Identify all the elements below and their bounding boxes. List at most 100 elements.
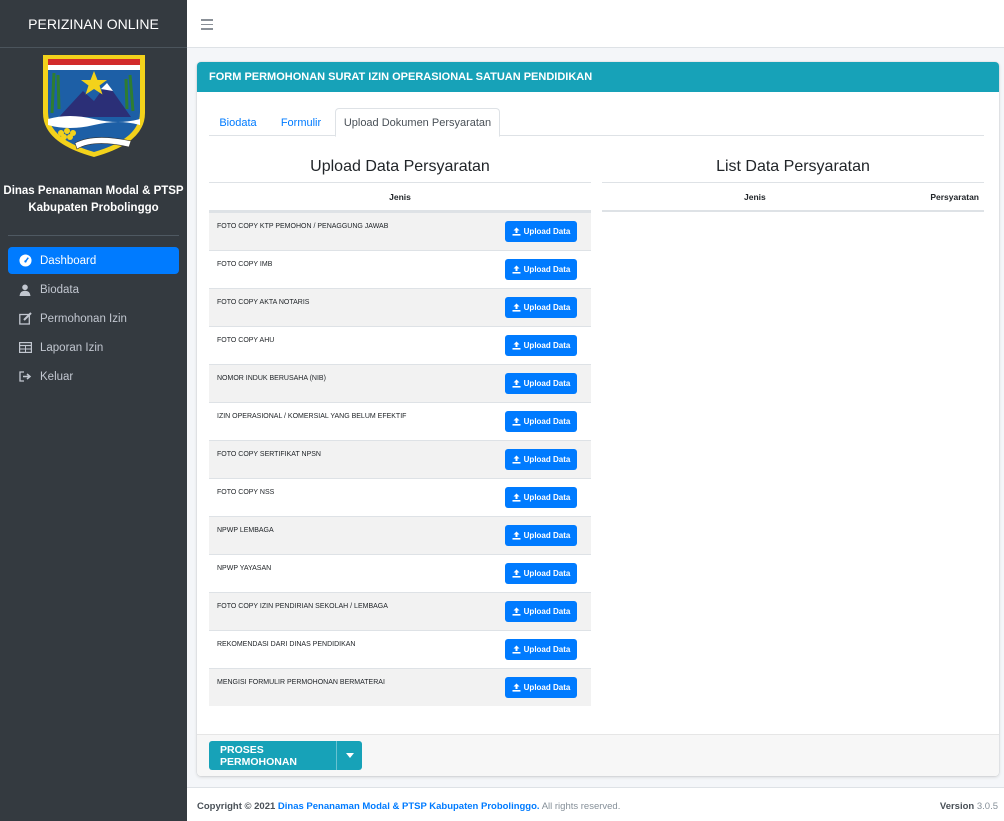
column-header-persyaratan: Persyaratan [930,191,979,202]
upload-icon [512,227,521,236]
agency-line-1: Dinas Penanaman Modal & PTSP [3,185,184,197]
sidebar-item-permohonan-izin[interactable]: Permohonan Izin [8,305,179,332]
upload-icon [512,341,521,350]
upload-data-label: Upload Data [523,569,571,578]
card-title: FORM PERMOHONAN SURAT IZIN OPERASIONAL S… [197,62,999,92]
upload-data-label: Upload Data [523,417,571,426]
sidebar-item-label: Keluar [40,370,74,383]
sidebar-item-dashboard[interactable]: Dashboard [8,247,179,274]
upload-data-label: Upload Data [523,645,571,654]
upload-icon [512,683,521,692]
document-type-label: FOTO COPY IMB [217,261,273,268]
tab-upload-dokumen[interactable]: Upload Dokumen Persyaratan [335,108,500,137]
sidebar-item-keluar[interactable]: Keluar [8,363,179,390]
upload-icon [512,379,521,388]
version-value: 3.0.5 [976,801,998,812]
upload-data-button[interactable]: Upload Data [505,411,577,432]
table-row: FOTO COPY NSS Upload Data [209,478,591,516]
form-tabs: Biodata Formulir Upload Dokumen Persyara… [209,108,984,137]
document-type-label: NOMOR INDUK BERUSAHA (NIB) [217,375,326,382]
probolinggo-emblem-icon [42,55,145,157]
upload-data-button[interactable]: Upload Data [505,639,577,660]
column-header-jenis: Jenis [744,191,766,202]
upload-data-label: Upload Data [523,227,571,236]
document-type-label: FOTO COPY AHU [217,337,275,344]
upload-table-header: Jenis [209,182,591,212]
upload-data-button[interactable]: Upload Data [505,525,577,546]
table-row: IZIN OPERASIONAL / KOMERSIAL YANG BELUM … [209,402,591,440]
version-label: Version [939,801,975,812]
upload-data-label: Upload Data [523,683,571,692]
upload-icon [512,645,521,654]
upload-icon [512,303,521,312]
table-icon [18,341,32,355]
form-card: FORM PERMOHONAN SURAT IZIN OPERASIONAL S… [197,62,999,776]
upload-data-button[interactable]: Upload Data [505,259,577,280]
list-table-header: Jenis Persyaratan [602,182,984,212]
sidebar: PERIZINAN ONLINE Dinas Penanaman Modal &… [0,0,187,821]
document-type-label: REKOMENDASI DARI DINAS PENDIDIKAN [217,641,356,648]
sign-out-icon [18,370,32,384]
table-row: FOTO COPY IZIN PENDIRIAN SEKOLAH / LEMBA… [209,592,591,630]
copyright-suffix: All rights reserved. [541,801,621,812]
upload-data-button[interactable]: Upload Data [505,335,577,356]
table-row: MENGISI FORMULIR PERMOHONAN BERMATERAI Up… [209,668,591,706]
caret-down-icon[interactable] [336,741,362,770]
edit-icon [18,312,32,326]
upload-icon [512,569,521,578]
proses-permohonan-button[interactable]: PROSES PERMOHONAN [209,741,362,770]
menu-toggle-icon[interactable] [201,19,213,30]
upload-data-label: Upload Data [523,455,571,464]
upload-data-button[interactable]: Upload Data [505,601,577,622]
sidebar-item-label: Biodata [40,283,80,296]
upload-table-body: FOTO COPY KTP PEMOHON / PENAGGUNG JAWAB U… [209,212,591,706]
sidebar-item-laporan-izin[interactable]: Laporan Izin [8,334,179,361]
upload-icon [512,607,521,616]
upload-data-label: Upload Data [523,303,571,312]
upload-icon [512,455,521,464]
table-row: NPWP LEMBAGA Upload Data [209,516,591,554]
agency-line-2: Kabupaten Probolinggo [28,202,159,214]
tab-formulir[interactable]: Formulir [271,108,331,137]
upload-data-button[interactable]: Upload Data [505,297,577,318]
copyright: Copyright © 2021 Dinas Penanaman Modal &… [197,801,620,812]
document-type-label: FOTO COPY IZIN PENDIRIAN SEKOLAH / LEMBA… [217,603,388,610]
document-type-label: FOTO COPY NSS [217,489,275,496]
document-type-label: MENGISI FORMULIR PERMOHONAN BERMATERAI [217,679,385,686]
document-type-label: FOTO COPY KTP PEMOHON / PENAGGUNG JAWAB [217,223,389,230]
table-row: FOTO COPY AKTA NOTARIS Upload Data [209,288,591,326]
sidebar-item-label: Dashboard [40,254,97,267]
tab-biodata[interactable]: Biodata [209,108,267,137]
upload-data-button[interactable]: Upload Data [505,373,577,394]
upload-section-title: Upload Data Persyaratan [310,158,490,175]
table-row: FOTO COPY AHU Upload Data [209,326,591,364]
table-row: NPWP YAYASAN Upload Data [209,554,591,592]
upload-data-button[interactable]: Upload Data [505,449,577,470]
upload-data-label: Upload Data [523,341,571,350]
sidebar-item-label: Permohonan Izin [40,312,127,325]
upload-icon [512,493,521,502]
upload-data-button[interactable]: Upload Data [505,221,577,242]
upload-data-label: Upload Data [523,265,571,274]
document-type-label: FOTO COPY AKTA NOTARIS [217,299,310,306]
sidebar-item-label: Laporan Izin [40,341,104,354]
regency-logo [0,48,187,159]
tachometer-icon [18,254,32,268]
upload-data-button[interactable]: Upload Data [505,563,577,584]
upload-data-button[interactable]: Upload Data [505,487,577,508]
upload-data-button[interactable]: Upload Data [505,677,577,698]
agency-name: Dinas Penanaman Modal & PTSP Kabupaten P… [0,159,187,217]
table-row: FOTO COPY IMB Upload Data [209,250,591,288]
document-type-label: IZIN OPERASIONAL / KOMERSIAL YANG BELUM … [217,413,407,420]
upload-icon [512,531,521,540]
sidebar-item-biodata[interactable]: Biodata [8,276,179,303]
table-row: FOTO COPY SERTIFIKAT NPSN Upload Data [209,440,591,478]
upload-icon [512,265,521,274]
list-section-title: List Data Persyaratan [716,158,870,175]
proses-permohonan-label: PROSES PERMOHONAN [220,743,298,768]
copyright-link[interactable]: Dinas Penanaman Modal & PTSP Kabupaten P… [278,801,540,812]
table-row: REKOMENDASI DARI DINAS PENDIDIKAN Upload … [209,630,591,668]
column-header-jenis: Jenis [389,191,411,202]
table-row: NOMOR INDUK BERUSAHA (NIB) Upload Data [209,364,591,402]
brand-title[interactable]: PERIZINAN ONLINE [0,0,187,48]
